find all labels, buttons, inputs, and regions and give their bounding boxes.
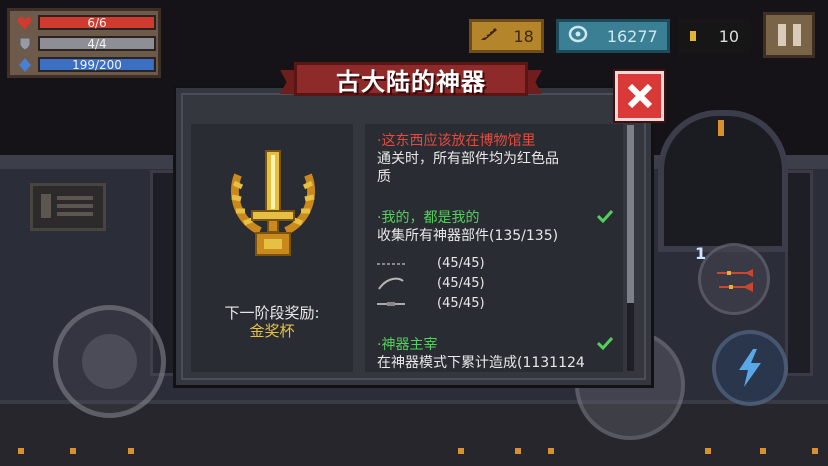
gold-trophy-sword-icon — [231, 150, 315, 256]
shield-icon — [16, 37, 34, 51]
pause-icon — [777, 24, 786, 46]
part-progress: (45/45) — [437, 256, 485, 271]
heart-icon — [16, 16, 34, 30]
floor-torch — [128, 448, 134, 454]
artifact-part-row: (45/45) — [377, 296, 485, 311]
floor-torch — [18, 448, 24, 454]
bow-limb-part-icon — [377, 277, 413, 291]
lightning-icon — [739, 349, 761, 387]
floor-torch — [760, 448, 766, 454]
part-progress: (45/45) — [437, 276, 485, 291]
achievement-description: 收集所有神器部件(135/135) — [377, 228, 559, 244]
pillar — [785, 170, 813, 376]
dialog-title: 古大陆的神器 — [336, 67, 486, 96]
joystick-knob[interactable] — [82, 334, 137, 389]
close-button[interactable] — [615, 71, 664, 121]
check-icon — [597, 209, 613, 223]
next-stage-reward: 金奖杯 — [249, 322, 295, 340]
energy-row: 199/200 — [16, 56, 156, 73]
hp-row: 6/6 — [16, 14, 156, 31]
title-ribbon: 古大陆的神器 — [294, 62, 528, 96]
bow-string-part-icon — [377, 257, 413, 271]
pause-icon — [792, 24, 801, 46]
bow-grip-part-icon — [377, 297, 413, 311]
scrollbar-thumb[interactable] — [627, 125, 634, 303]
armor-value: 4/4 — [87, 36, 107, 51]
skill-button[interactable] — [712, 330, 788, 406]
floor-torch — [548, 448, 554, 454]
part-progress: (45/45) — [437, 296, 485, 311]
achievement-title: ·神器主宰 — [377, 337, 438, 353]
materials-count: 18 — [513, 26, 534, 46]
artifact-part-row: (45/45) — [377, 276, 485, 291]
switch-weapon-button[interactable]: 1 — [695, 243, 770, 315]
floor-torch — [515, 448, 521, 454]
achievement-title: ·这东西应该放在博物馆里 — [377, 133, 536, 149]
energy-bar: 199/200 — [38, 57, 156, 72]
close-icon — [627, 83, 652, 109]
achievement-description: 质 — [377, 169, 391, 185]
coins-count: 10 — [718, 26, 740, 46]
weapon-icon — [717, 269, 753, 292]
pause-button[interactable] — [763, 12, 815, 58]
achievement-description: 在神器模式下累计造成(1131124 — [377, 355, 585, 371]
material-feather-icon — [479, 26, 499, 46]
move-joystick[interactable] — [53, 305, 166, 418]
hp-value: 6/6 — [87, 15, 107, 30]
achievement-item: ·我的，都是我的 收集所有神器部件(135/135) — [377, 209, 613, 245]
floor-torch — [458, 448, 464, 454]
achievement-item: ·神器主宰 在神器模式下累计造成(1131124 — [377, 336, 613, 372]
coins-counter: 10 — [678, 19, 750, 53]
dungeon-doorway — [658, 110, 788, 252]
armor-bar: 4/4 — [38, 36, 156, 51]
title-banner: 古大陆的神器 — [280, 58, 542, 100]
weapon-slot-number: 1 — [695, 244, 707, 263]
coin-icon — [689, 27, 697, 46]
armor-row: 4/4 — [16, 35, 156, 52]
gems-counter: 16277 — [556, 19, 670, 53]
check-icon — [597, 336, 613, 350]
gems-count: 16277 — [606, 26, 658, 46]
energy-value: 199/200 — [72, 57, 122, 72]
gem-icon — [568, 25, 588, 47]
floor-torch — [705, 448, 711, 454]
wall-sign — [30, 183, 106, 231]
achievement-title: ·我的，都是我的 — [377, 210, 480, 226]
artifact-part-row: (45/45) — [377, 256, 485, 271]
player-stats-panel: 6/6 4/4 199/200 — [7, 8, 161, 78]
floor-torch — [70, 448, 76, 454]
achievement-description: 通关时，所有部件均为红色品 — [377, 151, 559, 167]
achievement-list[interactable]: ·这东西应该放在博物馆里 通关时，所有部件均为红色品 质 ·我的，都是我的 收集… — [365, 124, 623, 372]
hp-bar: 6/6 — [38, 15, 156, 30]
floor-torch — [812, 448, 818, 454]
door-marker — [718, 120, 724, 136]
energy-diamond-icon — [16, 57, 34, 72]
materials-counter: 18 — [469, 19, 544, 53]
achievement-item: ·这东西应该放在博物馆里 通关时，所有部件均为红色品 质 — [377, 132, 613, 186]
